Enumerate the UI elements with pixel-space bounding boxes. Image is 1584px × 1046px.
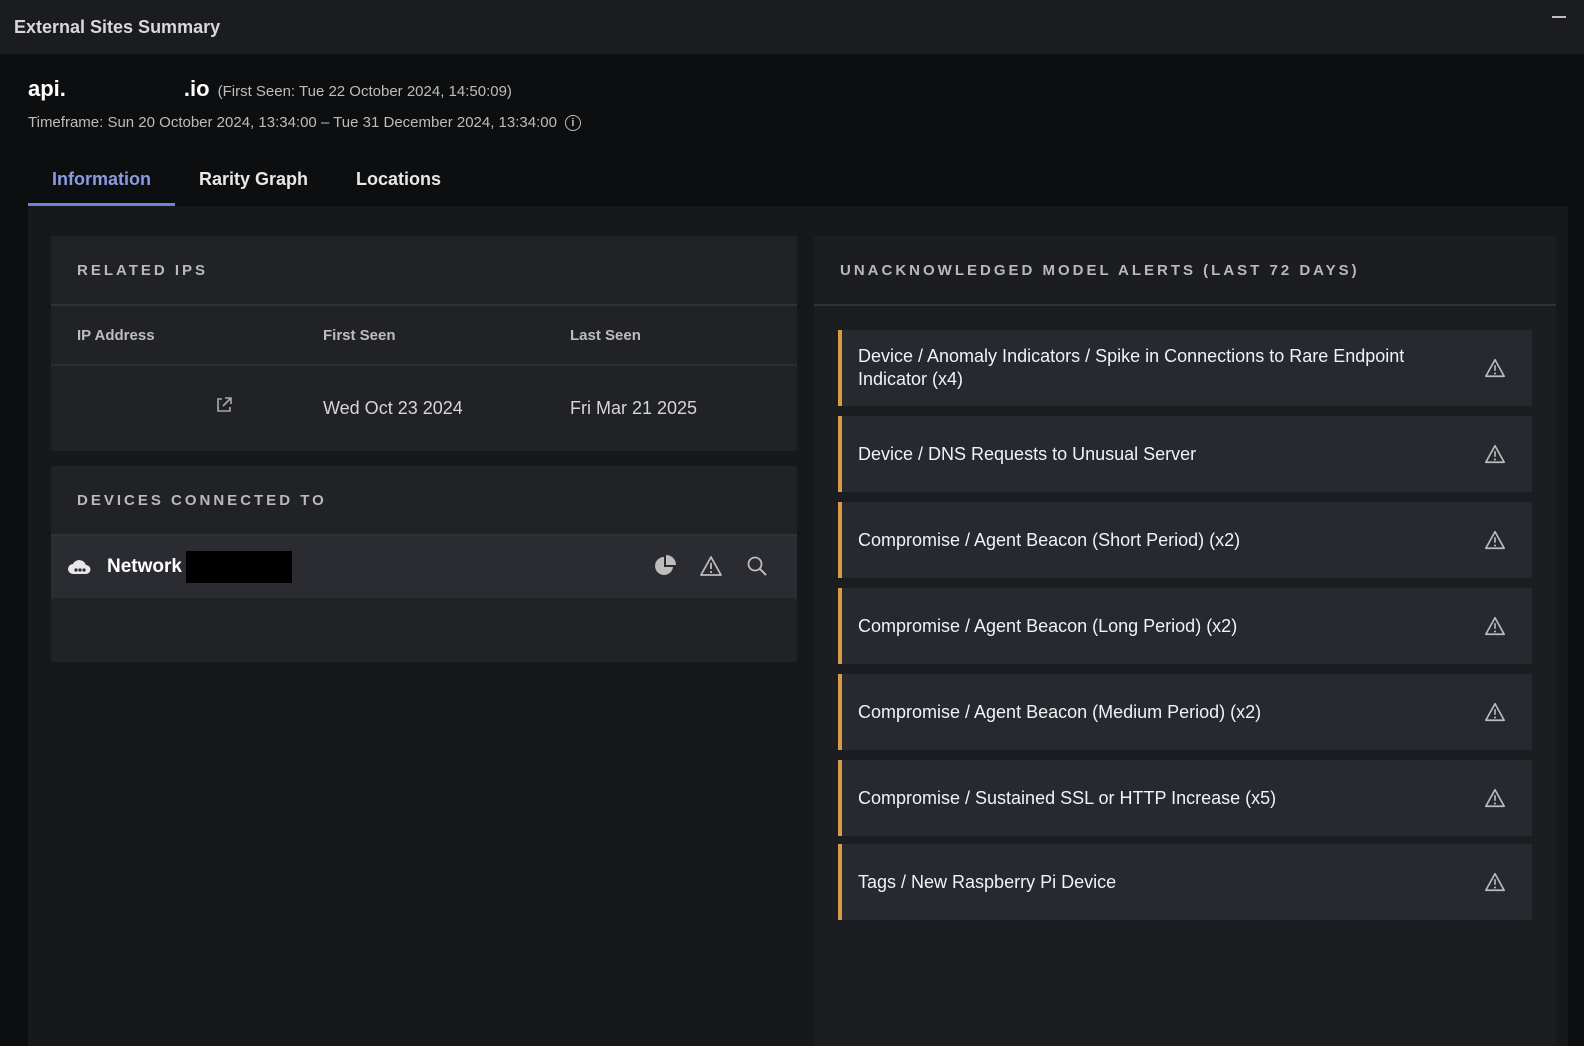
model-alerts-card: UNACKNOWLEDGED MODEL ALERTS (LAST 72 DAY… bbox=[814, 236, 1556, 1046]
info-icon[interactable]: i bbox=[564, 114, 581, 131]
related-ips-column-headers: IP Address First Seen Last Seen bbox=[51, 306, 797, 366]
window-title: External Sites Summary bbox=[14, 16, 221, 37]
redacted-device-label bbox=[185, 551, 292, 583]
column-header-first-seen[interactable]: First Seen bbox=[323, 327, 570, 344]
window-titlebar: External Sites Summary bbox=[0, 0, 1584, 54]
timeframe-line: Timeframe: Sun 20 October 2024, 13:34:00… bbox=[28, 114, 581, 131]
domain-suffix: .io bbox=[183, 76, 210, 101]
model-alert-item[interactable]: Compromise / Agent Beacon (Short Period)… bbox=[838, 502, 1532, 578]
model-alert-item[interactable]: Compromise / Agent Beacon (Medium Period… bbox=[838, 674, 1532, 750]
domain-line: api. .io (First Seen: Tue 22 October 202… bbox=[28, 76, 581, 102]
related-ips-card: RELATED IPS IP Address First Seen Last S… bbox=[51, 236, 797, 451]
first-seen-cell: Wed Oct 23 2024 bbox=[323, 397, 463, 418]
column-header-ip-address[interactable]: IP Address bbox=[51, 306, 323, 364]
tab-bar: Information Rarity Graph Locations bbox=[28, 160, 465, 206]
last-seen-cell: Fri Mar 21 2025 bbox=[570, 397, 698, 418]
warning-icon[interactable] bbox=[1484, 443, 1506, 465]
tab-locations[interactable]: Locations bbox=[332, 160, 465, 206]
first-seen-text: (First Seen: Tue 22 October 2024, 14:50:… bbox=[217, 83, 512, 100]
model-alert-label: Compromise / Sustained SSL or HTTP Incre… bbox=[858, 787, 1277, 808]
model-alert-item[interactable]: Compromise / Sustained SSL or HTTP Incre… bbox=[838, 760, 1532, 836]
device-row[interactable]: Network bbox=[51, 536, 797, 598]
tab-content-panel: RELATED IPS IP Address First Seen Last S… bbox=[28, 206, 1568, 1046]
domain-prefix: api. bbox=[28, 76, 66, 101]
warning-icon[interactable] bbox=[1484, 787, 1506, 809]
devices-connected-card: DEVICES CONNECTED TO Network bbox=[51, 466, 797, 662]
cloud-network-icon bbox=[68, 560, 91, 574]
related-ips-title: RELATED IPS bbox=[51, 236, 797, 306]
device-actions bbox=[653, 554, 769, 578]
devices-connected-title: DEVICES CONNECTED TO bbox=[51, 466, 797, 536]
warning-icon[interactable] bbox=[1484, 529, 1506, 551]
model-alert-item[interactable]: Compromise / Agent Beacon (Long Period) … bbox=[838, 588, 1532, 664]
warning-icon[interactable] bbox=[1484, 615, 1506, 637]
model-alert-item[interactable]: Device / DNS Requests to Unusual Server bbox=[838, 416, 1532, 492]
table-row: Wed Oct 23 2024 Fri Mar 21 2025 bbox=[51, 366, 797, 450]
warning-icon[interactable] bbox=[1484, 357, 1506, 379]
model-alert-label: Compromise / Agent Beacon (Medium Period… bbox=[858, 701, 1262, 722]
minimize-button[interactable] bbox=[1552, 16, 1566, 18]
model-alerts-title: UNACKNOWLEDGED MODEL ALERTS (LAST 72 DAY… bbox=[814, 236, 1556, 306]
column-header-last-seen[interactable]: Last Seen bbox=[570, 327, 770, 344]
search-icon[interactable] bbox=[745, 554, 769, 578]
model-alert-label: Compromise / Agent Beacon (Long Period) … bbox=[858, 615, 1238, 636]
warning-icon[interactable] bbox=[699, 554, 723, 578]
pie-chart-icon[interactable] bbox=[653, 554, 677, 578]
timeframe-text: Timeframe: Sun 20 October 2024, 13:34:00… bbox=[28, 114, 557, 131]
model-alert-label: Device / DNS Requests to Unusual Server bbox=[858, 443, 1197, 464]
tab-information[interactable]: Information bbox=[28, 160, 175, 206]
site-header: api. .io (First Seen: Tue 22 October 202… bbox=[28, 76, 581, 131]
model-alert-item[interactable]: Tags / New Raspberry Pi Device bbox=[838, 844, 1532, 920]
model-alert-label: Device / Anomaly Indicators / Spike in C… bbox=[858, 346, 1405, 389]
device-name[interactable]: Network bbox=[107, 556, 182, 578]
warning-icon[interactable] bbox=[1484, 701, 1506, 723]
tab-rarity-graph[interactable]: Rarity Graph bbox=[175, 160, 332, 206]
model-alert-label: Tags / New Raspberry Pi Device bbox=[858, 871, 1117, 892]
ip-address-cell bbox=[51, 366, 323, 450]
model-alert-item[interactable]: Device / Anomaly Indicators / Spike in C… bbox=[838, 330, 1532, 406]
warning-icon[interactable] bbox=[1484, 871, 1506, 893]
model-alert-label: Compromise / Agent Beacon (Short Period)… bbox=[858, 529, 1241, 550]
external-link-icon[interactable] bbox=[215, 396, 233, 414]
